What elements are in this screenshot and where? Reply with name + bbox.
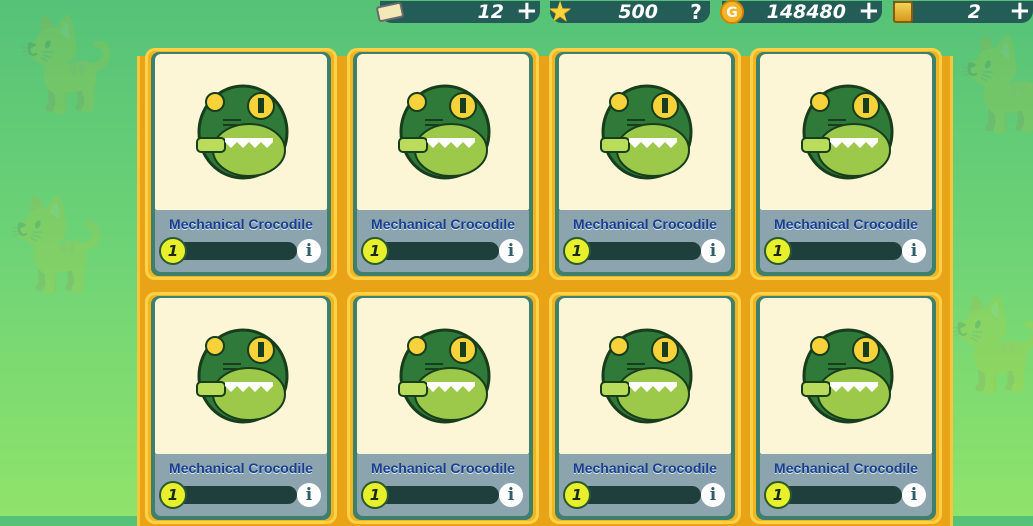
crocodile-icon: [600, 84, 693, 180]
character-portrait: [559, 298, 731, 454]
stars-value: 500: [618, 1, 658, 23]
character-portrait: [760, 54, 932, 210]
info-icon[interactable]: i: [902, 483, 926, 507]
crocodile-icon: [801, 84, 894, 180]
character-name: Mechanical Crocodile: [371, 216, 515, 232]
character-card[interactable]: Mechanical Crocodile 1 i: [145, 48, 337, 280]
level-badge: 1: [764, 237, 792, 265]
tickets-value: 12: [477, 1, 504, 23]
coin-icon: G: [718, 0, 746, 25]
crocodile-icon: [801, 328, 894, 424]
crocodile-icon: [196, 84, 289, 180]
chest-icon: [889, 0, 917, 25]
level-badge: 1: [563, 481, 591, 509]
background-cat-icon: 🐈: [950, 32, 1033, 137]
info-icon[interactable]: i: [701, 239, 725, 263]
chests-value: 2: [967, 1, 981, 23]
crocodile-icon: [398, 328, 491, 424]
character-card[interactable]: Mechanical Crocodile 1 i: [750, 292, 942, 524]
character-card[interactable]: Mechanical Crocodile 1 i: [549, 48, 741, 280]
info-icon[interactable]: i: [902, 239, 926, 263]
card-collection-grid: Mechanical Crocodile 1 i Mechanical Croc…: [137, 48, 953, 526]
coins-value: 148480: [766, 1, 846, 23]
character-name: Mechanical Crocodile: [169, 216, 313, 232]
character-card[interactable]: Mechanical Crocodile 1 i: [145, 292, 337, 524]
background-cat-icon: 🐈: [10, 12, 123, 117]
ticket-icon: [375, 0, 405, 25]
tickets-counter: 12 +: [375, 0, 540, 24]
level-badge: 1: [159, 237, 187, 265]
crocodile-icon: [600, 328, 693, 424]
info-icon[interactable]: i: [297, 483, 321, 507]
character-portrait: [155, 54, 327, 210]
level-badge: 1: [159, 481, 187, 509]
character-name: Mechanical Crocodile: [371, 460, 515, 476]
character-name: Mechanical Crocodile: [774, 460, 918, 476]
star-icon: ★: [547, 0, 573, 28]
character-name: Mechanical Crocodile: [573, 460, 717, 476]
chests-counter: 2 +: [893, 0, 1033, 24]
info-icon[interactable]: i: [297, 239, 321, 263]
info-icon[interactable]: i: [499, 239, 523, 263]
character-portrait: [357, 54, 529, 210]
character-portrait: [559, 54, 731, 210]
character-card[interactable]: Mechanical Crocodile 1 i: [347, 48, 539, 280]
crocodile-icon: [398, 84, 491, 180]
currency-bar: 12 + ★ 500 ? G 148480 + 2 +: [375, 0, 1033, 26]
character-name: Mechanical Crocodile: [774, 216, 918, 232]
add-tickets-button[interactable]: +: [516, 0, 538, 24]
info-icon[interactable]: i: [701, 483, 725, 507]
coins-counter: G 148480 +: [720, 0, 882, 24]
background-cat-icon: 🐈: [0, 192, 113, 297]
character-name: Mechanical Crocodile: [573, 216, 717, 232]
level-badge: 1: [764, 481, 792, 509]
add-coins-button[interactable]: +: [858, 0, 880, 24]
character-card[interactable]: Mechanical Crocodile 1 i: [750, 48, 942, 280]
character-name: Mechanical Crocodile: [169, 460, 313, 476]
help-button[interactable]: ?: [686, 2, 706, 22]
level-badge: 1: [563, 237, 591, 265]
stars-counter: ★ 500 ?: [547, 0, 710, 26]
character-portrait: [155, 298, 327, 454]
level-badge: 1: [361, 481, 389, 509]
character-portrait: [760, 298, 932, 454]
add-chests-button[interactable]: +: [1009, 0, 1031, 24]
info-icon[interactable]: i: [499, 483, 523, 507]
character-card[interactable]: Mechanical Crocodile 1 i: [549, 292, 741, 524]
character-card[interactable]: Mechanical Crocodile 1 i: [347, 292, 539, 524]
character-portrait: [357, 298, 529, 454]
background-cat-icon: 🐈: [940, 292, 1033, 397]
crocodile-icon: [196, 328, 289, 424]
level-badge: 1: [361, 237, 389, 265]
